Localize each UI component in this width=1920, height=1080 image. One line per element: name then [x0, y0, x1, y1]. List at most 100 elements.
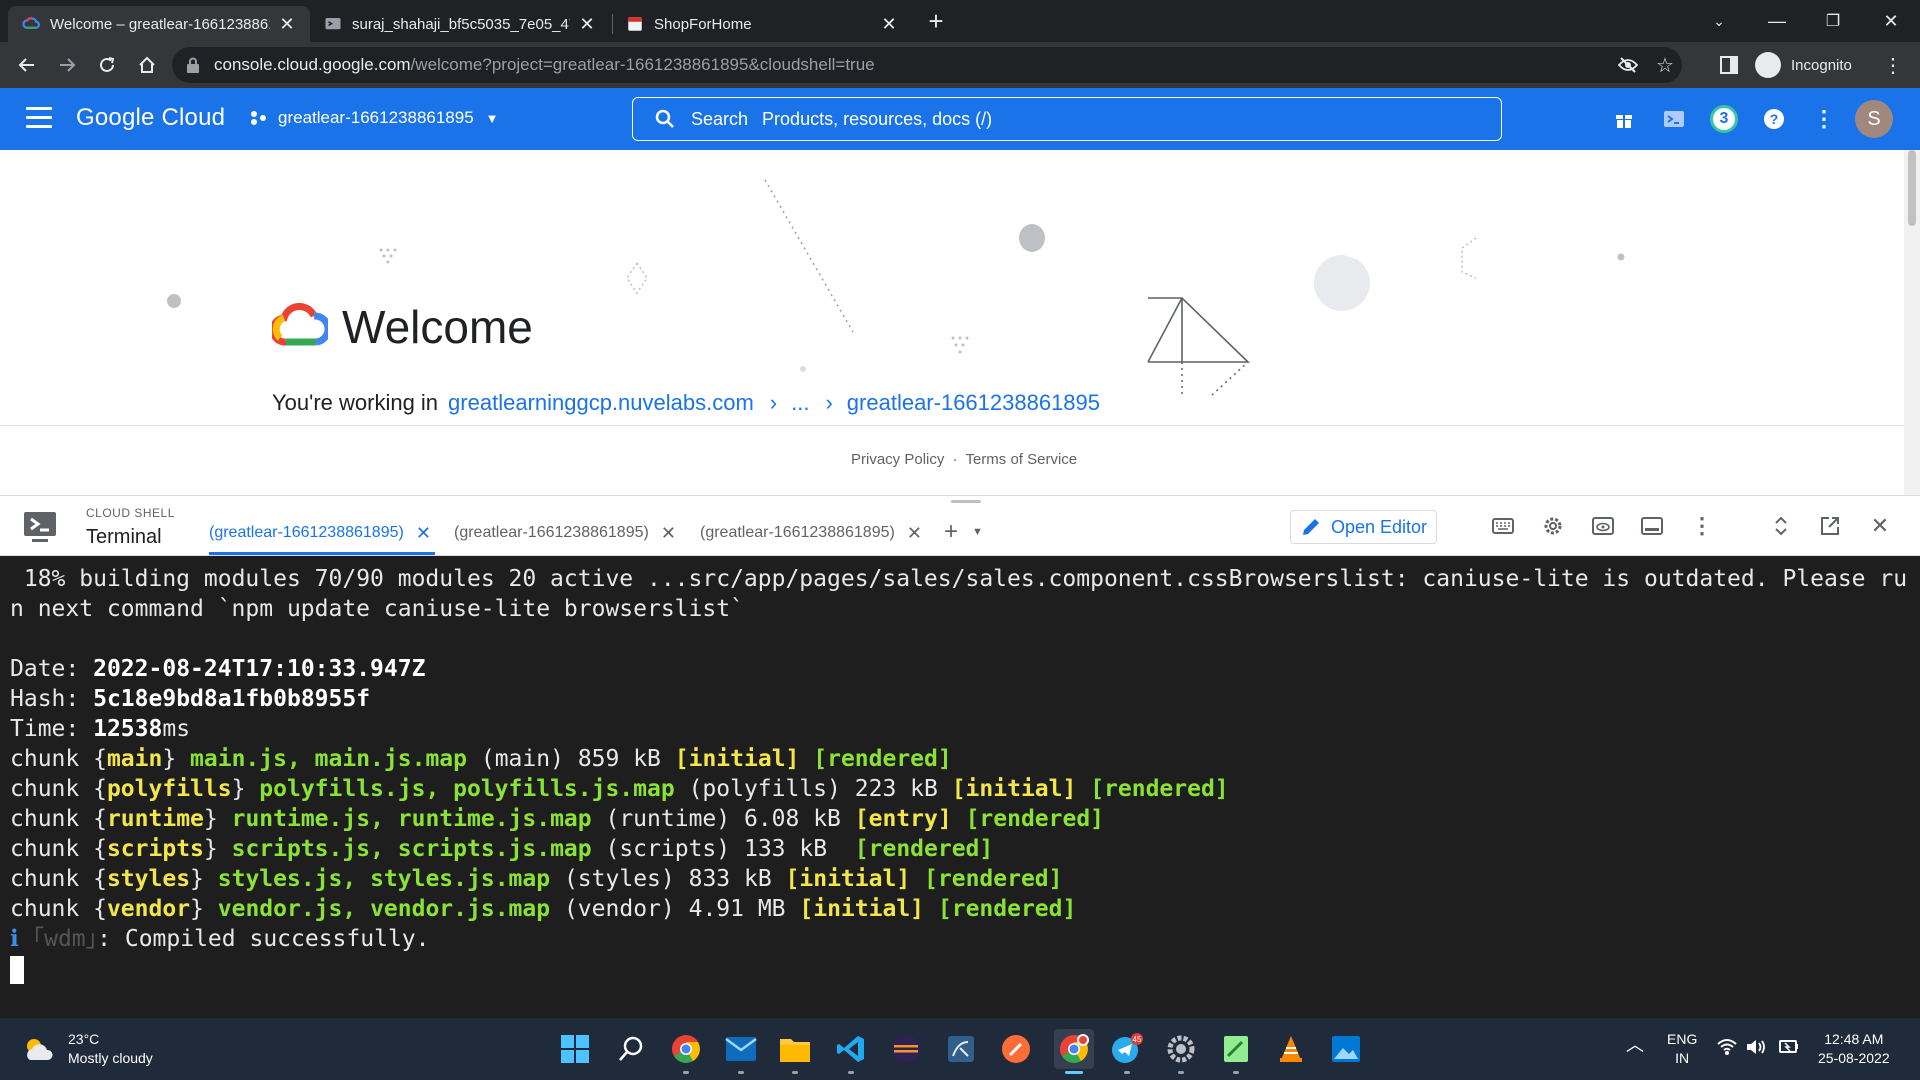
- scrollbar-thumb[interactable]: [1908, 150, 1916, 226]
- browser-tab-2[interactable]: suraj_shahaji_bf5c5035_7e05_470 ✕: [310, 6, 610, 42]
- home-icon[interactable]: [132, 50, 162, 80]
- chunk-flag: [initial]: [785, 866, 911, 892]
- chrome-menu-icon[interactable]: ⋮: [1878, 50, 1908, 80]
- shell-tab-1[interactable]: (greatlear-1661238861895) ✕: [209, 521, 431, 545]
- notepad-plus-icon[interactable]: [1219, 1032, 1253, 1066]
- close-shell-tab-icon[interactable]: ✕: [661, 523, 676, 544]
- eclipse-icon[interactable]: [889, 1032, 923, 1066]
- browser-tab-title: Welcome – greatlear-1661238861895: [50, 15, 270, 33]
- vlc-icon[interactable]: [1274, 1032, 1308, 1066]
- file-explorer-icon[interactable]: [778, 1032, 812, 1066]
- ellipsis-link[interactable]: ...: [791, 390, 809, 416]
- footer-separator: ·: [952, 451, 958, 468]
- terminal-output[interactable]: 18% building modules 70/90 modules 20 ac…: [0, 556, 1920, 1018]
- forward-arrow-icon[interactable]: [52, 50, 82, 80]
- shell-tab-title: (greatlear-1661238861895): [209, 524, 404, 541]
- chunk-files: vendor.js, vendor.js.map: [217, 896, 551, 922]
- cloud-shell-activate-icon[interactable]: [1660, 105, 1688, 133]
- volume-icon[interactable]: [1745, 1038, 1767, 1061]
- close-tab-icon[interactable]: ✕: [880, 14, 898, 35]
- browser-tab-welcome[interactable]: Welcome – greatlear-1661238861895 ✕: [8, 6, 310, 42]
- tab-search-chevron-icon[interactable]: ⌄: [1694, 0, 1744, 42]
- expand-collapse-icon[interactable]: [1767, 512, 1795, 540]
- open-editor-button[interactable]: Open Editor: [1290, 510, 1437, 544]
- help-icon[interactable]: ?: [1760, 105, 1788, 133]
- open-new-window-icon[interactable]: [1816, 512, 1844, 540]
- start-windows-icon[interactable]: [558, 1032, 592, 1066]
- chunk-status: [rendered]: [937, 896, 1077, 922]
- add-shell-tab-plus-icon[interactable]: +: [944, 518, 958, 546]
- chrome-active-icon[interactable]: [1054, 1029, 1094, 1069]
- photos-icon[interactable]: [1329, 1032, 1363, 1066]
- resize-drag-handle[interactable]: [951, 500, 981, 503]
- web-preview-icon[interactable]: [1589, 512, 1617, 540]
- minimize-panel-icon[interactable]: [1638, 512, 1666, 540]
- battery-icon[interactable]: [1777, 1038, 1799, 1061]
- working-in-label: You're working in: [272, 390, 439, 415]
- page-scrollbar[interactable]: [1904, 150, 1920, 495]
- close-tab-icon[interactable]: ✕: [578, 14, 596, 35]
- weather-widget[interactable]: 23°C Mostly cloudy: [22, 1030, 153, 1068]
- google-cloud-favicon-icon: [22, 16, 40, 29]
- shell-tab-title: (greatlear-1661238861895): [454, 524, 649, 541]
- vscode-icon[interactable]: [834, 1032, 868, 1066]
- reload-icon[interactable]: [92, 50, 122, 80]
- privacy-policy-link[interactable]: Privacy Policy: [851, 451, 944, 468]
- notifications-badge[interactable]: 3: [1710, 105, 1738, 133]
- org-link[interactable]: greatlearninggcp.nuvelabs.com: [448, 390, 754, 416]
- running-indicator: [848, 1071, 854, 1074]
- settings-gear-icon[interactable]: [1539, 512, 1567, 540]
- gift-icon[interactable]: [1610, 105, 1638, 133]
- side-panel-icon[interactable]: [1714, 50, 1744, 80]
- telegram-icon[interactable]: 45: [1110, 1032, 1144, 1066]
- chrome-icon[interactable]: [669, 1032, 703, 1066]
- google-cloud-logo[interactable]: Google Cloud: [76, 104, 225, 132]
- shell-tab-2[interactable]: (greatlear-1661238861895) ✕: [454, 521, 676, 545]
- show-hidden-icons-chevron-icon[interactable]: ︿: [1626, 1036, 1644, 1055]
- running-indicator: [1178, 1071, 1184, 1074]
- address-bar[interactable]: console.cloud.google.com/welcome?project…: [172, 47, 1682, 83]
- terminal-label: Terminal: [86, 526, 162, 548]
- hamburger-menu-icon[interactable]: [26, 107, 52, 131]
- mail-icon[interactable]: [724, 1032, 758, 1066]
- mysql-workbench-icon[interactable]: [944, 1032, 978, 1066]
- search-icon[interactable]: [614, 1032, 648, 1066]
- chunk-word: chunk: [10, 836, 80, 862]
- search-icon: [655, 109, 674, 128]
- browser-tabstrip: Welcome – greatlear-1661238861895 ✕ sura…: [0, 0, 1920, 42]
- new-tab-plus-icon[interactable]: +: [922, 8, 950, 36]
- language-indicator[interactable]: ENG IN: [1667, 1030, 1697, 1068]
- running-indicator: [683, 1071, 689, 1074]
- window-close-icon[interactable]: ✕: [1866, 0, 1916, 42]
- close-shell-tab-icon[interactable]: ✕: [416, 523, 431, 544]
- restore-icon[interactable]: ❐: [1808, 0, 1858, 42]
- more-vert-icon[interactable]: ⋮: [1810, 105, 1838, 133]
- back-arrow-icon[interactable]: [12, 50, 42, 80]
- more-vert-icon[interactable]: ⋮: [1688, 512, 1716, 540]
- incognito-indicator[interactable]: Incognito: [1755, 48, 1852, 82]
- terms-link[interactable]: Terms of Service: [965, 451, 1077, 468]
- running-indicator: [792, 1071, 798, 1074]
- shell-tab-3[interactable]: (greatlear-1661238861895) ✕: [700, 521, 922, 545]
- postman-icon[interactable]: [999, 1032, 1033, 1066]
- eye-off-icon[interactable]: [1618, 47, 1638, 83]
- close-shell-tab-icon[interactable]: ✕: [907, 523, 922, 544]
- chunk-size: 4.91 MB: [688, 896, 786, 922]
- minimize-icon[interactable]: —: [1752, 0, 1802, 42]
- close-shell-icon[interactable]: ✕: [1866, 512, 1894, 540]
- settings-gear-app-icon[interactable]: [1164, 1032, 1198, 1066]
- browser-tab-3[interactable]: ShopForHome ✕: [612, 6, 912, 42]
- keyboard-icon[interactable]: [1489, 512, 1517, 540]
- caret-down-icon[interactable]: ▼: [972, 526, 983, 538]
- wifi-icon[interactable]: [1717, 1038, 1737, 1061]
- project-link[interactable]: greatlear-1661238861895: [847, 390, 1100, 416]
- chunk-size: 6.08 kB: [743, 806, 841, 832]
- project-picker[interactable]: greatlear-1661238861895 ▼: [250, 108, 499, 128]
- bookmark-star-icon[interactable]: ☆: [1656, 47, 1674, 83]
- avatar[interactable]: S: [1855, 100, 1893, 138]
- close-tab-icon[interactable]: ✕: [278, 14, 296, 35]
- incognito-icon: [1755, 52, 1781, 78]
- clock[interactable]: 12:48 AM 25-08-2022: [1818, 1030, 1890, 1068]
- chunk-name: scripts: [106, 836, 204, 862]
- console-search[interactable]: Search Products, resources, docs (/): [632, 97, 1502, 141]
